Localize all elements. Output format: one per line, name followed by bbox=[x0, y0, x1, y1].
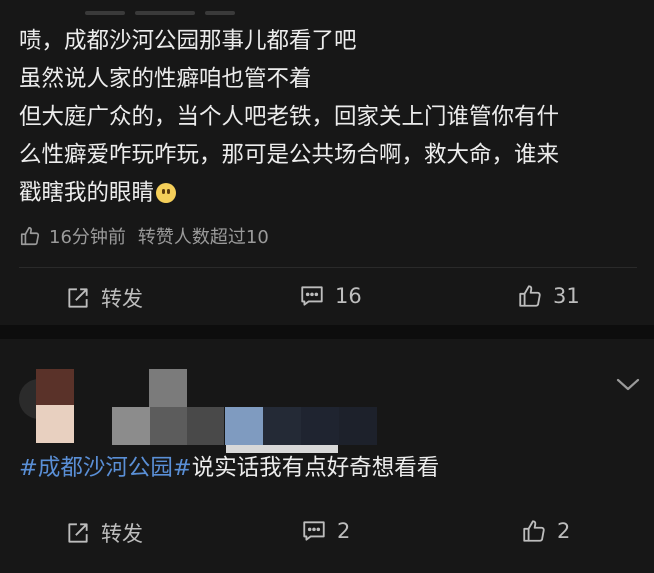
post-line-2: 虽然说人家的性癖咱也管不着 bbox=[19, 66, 312, 92]
comment-button[interactable]: 16 bbox=[299, 283, 362, 309]
comment-icon bbox=[303, 521, 325, 541]
repost-label: 转发 bbox=[101, 287, 143, 311]
comment-count-2: 2 bbox=[337, 519, 351, 543]
smiley-emoji-icon bbox=[156, 183, 177, 203]
repost-icon bbox=[68, 288, 88, 308]
like-button[interactable]: 31 bbox=[517, 283, 580, 309]
card-separator bbox=[0, 325, 654, 339]
post-likes-summary: 转赞人数超过10 bbox=[137, 227, 269, 248]
hashtag-link[interactable]: #成都沙河公园# bbox=[19, 455, 192, 481]
repost-label-2: 转发 bbox=[101, 522, 143, 546]
repost-body: #成都沙河公园#说实话我有点好奇想看看 bbox=[19, 451, 439, 485]
like-count-2: 2 bbox=[557, 519, 571, 543]
post-line-3: 但大庭广众的，当个人吧老铁，回家关上门谁管你有什 bbox=[19, 104, 560, 130]
header-strip bbox=[85, 0, 250, 15]
repost-button[interactable]: 转发 bbox=[65, 283, 143, 313]
repost-icon bbox=[68, 523, 88, 543]
post-body: 啧，成都沙河公园那事儿都看了吧 虽然说人家的性癖咱也管不着 但大庭广众的，当个人… bbox=[19, 22, 639, 212]
thumb-up-icon bbox=[20, 226, 40, 246]
divider bbox=[19, 267, 637, 268]
comment-button-2[interactable]: 2 bbox=[301, 518, 350, 544]
post-meta: 16分钟前 转赞人数超过10 bbox=[19, 222, 269, 250]
post-time: 16分钟前 bbox=[49, 227, 126, 248]
post-line-5: 戳瞎我的眼睛 bbox=[19, 180, 155, 206]
post-card: 啧，成都沙河公园那事儿都看了吧 虽然说人家的性癖咱也管不着 但大庭广众的，当个人… bbox=[0, 0, 654, 325]
post-line-4: 么性癖爱咋玩咋玩，那可是公共场合啊，救大命，谁来 bbox=[19, 142, 560, 168]
comment-icon bbox=[301, 286, 323, 306]
repost-button-2[interactable]: 转发 bbox=[65, 518, 143, 548]
chevron-down-icon[interactable] bbox=[613, 372, 643, 396]
like-count: 31 bbox=[553, 284, 580, 308]
comment-count: 16 bbox=[335, 284, 362, 308]
repost-text: 说实话我有点好奇想看看 bbox=[191, 455, 440, 481]
thumb-up-icon bbox=[523, 520, 545, 542]
post-line-1: 啧，成都沙河公园那事儿都看了吧 bbox=[19, 28, 357, 54]
thumb-up-icon bbox=[519, 285, 541, 307]
like-button-2[interactable]: 2 bbox=[521, 518, 570, 544]
